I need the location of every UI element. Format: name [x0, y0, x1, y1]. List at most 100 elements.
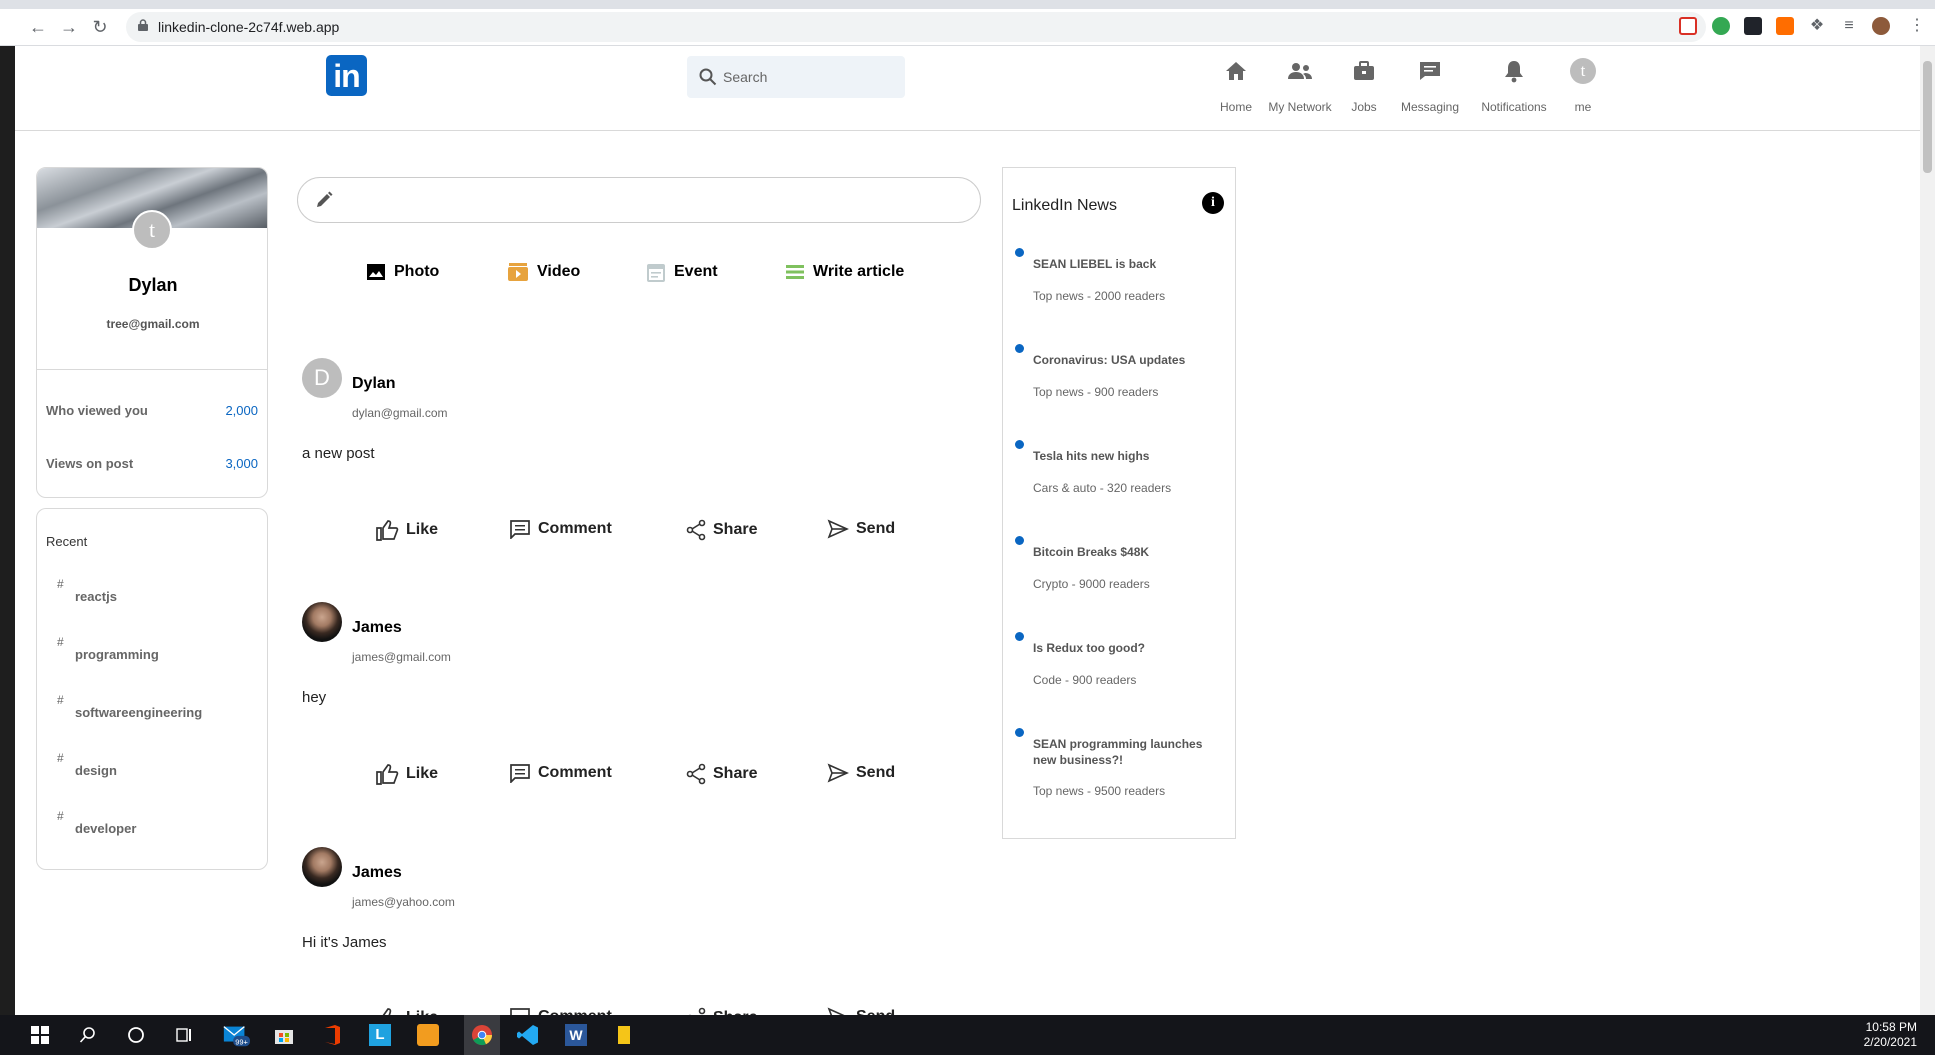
recent-label: programming: [75, 647, 159, 662]
nav-notifications[interactable]: Notifications: [1474, 56, 1554, 122]
thumb-up-icon: [375, 519, 399, 541]
nav-jobs[interactable]: Jobs: [1342, 56, 1386, 122]
action-label: Like: [406, 765, 439, 782]
recent-card: Recent # reactjs # programming # softwareen…: [36, 508, 268, 870]
search-bar[interactable]: [687, 56, 905, 98]
store-icon[interactable]: [270, 1021, 298, 1049]
stat-label: Who viewed you: [46, 403, 148, 418]
post-email: james@gmail.com: [352, 650, 451, 664]
profile-avatar[interactable]: t: [132, 210, 172, 250]
input-option-video[interactable]: Video: [507, 260, 580, 284]
bullet-icon: [1015, 248, 1024, 257]
nav-my-network[interactable]: My Network: [1264, 56, 1336, 122]
extension-icon[interactable]: [1712, 17, 1730, 35]
news-subtitle: Top news - 2000 readers: [1033, 289, 1166, 303]
nav-me[interactable]: t me: [1563, 56, 1603, 122]
news-heading: Is Redux too good?: [1033, 641, 1145, 655]
comment-button[interactable]: Comment: [509, 763, 612, 783]
vscode-icon[interactable]: [514, 1021, 542, 1049]
linkedin-logo[interactable]: in: [326, 55, 367, 96]
like-button[interactable]: Like: [375, 763, 438, 785]
extension-icon[interactable]: [1776, 17, 1794, 35]
hash-icon: #: [57, 751, 64, 765]
stat-value: 2,000: [225, 403, 258, 418]
news-subtitle: Code - 900 readers: [1033, 673, 1137, 687]
search-icon[interactable]: [74, 1021, 102, 1049]
address-bar[interactable]: linkedin-clone-2c74f.web.app ☆: [126, 12, 1706, 42]
post-input[interactable]: [297, 177, 981, 223]
puzzle-icon[interactable]: ❖: [1808, 17, 1826, 35]
app-l-icon[interactable]: L: [366, 1021, 394, 1049]
windows-start-icon[interactable]: [26, 1021, 54, 1049]
post-avatar[interactable]: [302, 847, 342, 887]
action-label: Share: [713, 765, 758, 782]
stat-who-viewed[interactable]: Who viewed you 2,000: [46, 403, 258, 418]
lock-icon: [138, 19, 148, 31]
forward-icon[interactable]: →: [58, 16, 80, 38]
news-title: LinkedIn News: [1012, 197, 1117, 214]
file-explorer-icon[interactable]: [610, 1021, 638, 1049]
send-icon: [827, 763, 849, 783]
nav-label: Jobs: [1351, 100, 1377, 114]
send-button[interactable]: Send: [827, 763, 895, 783]
mail-icon[interactable]: 99+: [222, 1021, 250, 1049]
input-option-write-article[interactable]: Write article: [785, 260, 904, 284]
input-option-photo[interactable]: Photo: [366, 260, 439, 284]
network-icon: [1264, 56, 1336, 86]
post-message: hey: [302, 689, 327, 706]
video-icon: [507, 262, 529, 282]
chrome-icon[interactable]: [464, 1015, 500, 1055]
reload-icon[interactable]: ↻: [89, 16, 111, 38]
header: in Home My Network Jobs Messaging Notifi…: [15, 46, 1920, 131]
action-label: Comment: [538, 764, 612, 781]
stat-label: Views on post: [46, 456, 134, 471]
nav-messaging[interactable]: Messaging: [1397, 56, 1463, 122]
news-subtitle: Cars & auto - 320 readers: [1033, 481, 1172, 495]
system-clock[interactable]: 10:58 PM 2/20/2021: [1864, 1020, 1917, 1050]
word-icon[interactable]: W: [562, 1021, 590, 1049]
post-avatar[interactable]: [302, 602, 342, 642]
send-button[interactable]: Send: [827, 519, 895, 539]
hash-icon: #: [57, 577, 64, 591]
react-devtools-icon[interactable]: [1744, 17, 1762, 35]
nav-home[interactable]: Home: [1211, 56, 1261, 122]
post-avatar[interactable]: D: [302, 358, 342, 398]
send-button[interactable]: Send: [827, 1007, 895, 1015]
share-button[interactable]: Share: [686, 763, 757, 785]
input-option-event[interactable]: Event: [646, 260, 718, 284]
thumb-up-icon: [375, 1007, 399, 1015]
bullet-icon: [1015, 728, 1024, 737]
sublime-icon[interactable]: [414, 1021, 442, 1049]
share-button[interactable]: Share: [686, 1007, 757, 1015]
task-view-icon[interactable]: [170, 1021, 198, 1049]
cortana-icon[interactable]: [122, 1021, 150, 1049]
office-icon[interactable]: [318, 1021, 346, 1049]
taskbar: 99+ L W 10:58 PM 2/20/2021: [0, 1015, 1935, 1055]
stat-views-on-post[interactable]: Views on post 3,000: [46, 456, 258, 471]
recent-label: developer: [75, 821, 137, 836]
action-label: Comment: [538, 1008, 612, 1015]
bullet-icon: [1015, 632, 1024, 641]
scrollbar-thumb[interactable]: [1923, 61, 1932, 173]
profile-avatar[interactable]: [1872, 17, 1890, 35]
url-text[interactable]: linkedin-clone-2c74f.web.app: [158, 19, 339, 35]
article-icon: [785, 264, 805, 280]
like-button[interactable]: Like: [375, 1007, 438, 1015]
media-icon[interactable]: ≡: [1840, 17, 1858, 35]
like-button[interactable]: Like: [375, 519, 438, 541]
menu-icon[interactable]: ⋮: [1908, 17, 1926, 35]
back-icon[interactable]: ←: [27, 16, 49, 38]
info-icon[interactable]: i: [1202, 192, 1224, 214]
news-heading: Tesla hits new highs: [1033, 449, 1150, 463]
scrollbar[interactable]: [1920, 46, 1935, 1015]
share-button[interactable]: Share: [686, 519, 757, 541]
news-heading: SEAN LIEBEL is back: [1033, 257, 1157, 271]
bullet-icon: [1015, 344, 1024, 353]
search-input[interactable]: [723, 66, 893, 88]
send-icon: [827, 1007, 849, 1015]
tab-strip[interactable]: [0, 0, 1935, 9]
comment-button[interactable]: Comment: [509, 519, 612, 539]
extension-icon[interactable]: [1679, 17, 1697, 35]
comment-button[interactable]: Comment: [509, 1007, 612, 1015]
comment-icon: [509, 1007, 531, 1015]
